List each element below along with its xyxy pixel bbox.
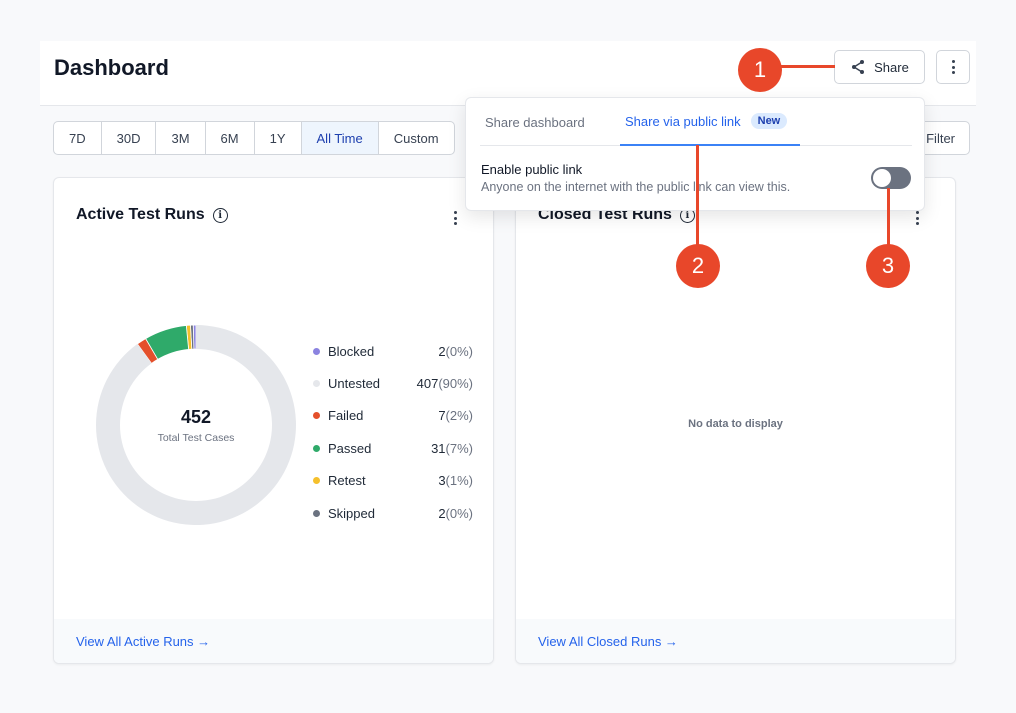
range-1y[interactable]: 1Y <box>255 122 302 154</box>
legend-dot-icon <box>313 444 320 452</box>
legend-label: Failed <box>328 408 364 424</box>
legend-dot-icon <box>313 477 320 485</box>
chart-legend: Blocked 2 (0%) Untested 407 (90%) Failed 7 (2%) P… <box>313 335 473 529</box>
range-6m[interactable]: 6M <box>206 122 255 154</box>
legend-count: 7 <box>438 408 446 424</box>
share-button-label: Share <box>874 59 909 75</box>
share-popover: Share dashboard Share via public link Ne… <box>465 97 925 211</box>
range-all-time[interactable]: All Time <box>301 122 379 154</box>
legend-percent: (0%) <box>445 343 473 359</box>
kebab-menu-icon <box>453 211 457 225</box>
donut-chart: 452 Total Test Cases <box>94 323 298 527</box>
annotation-line-1 <box>780 65 835 68</box>
legend-item-skipped[interactable]: Skipped 2 (0%) <box>313 497 473 529</box>
kebab-menu-icon <box>915 211 919 225</box>
legend-dot-icon <box>313 412 320 420</box>
more-options-button[interactable] <box>936 50 970 84</box>
range-7d[interactable]: 7D <box>54 122 102 154</box>
legend-count: 407 <box>416 376 439 392</box>
annotation-badge-1: 1 <box>738 48 782 92</box>
range-3m[interactable]: 3M <box>156 122 206 154</box>
legend-percent: (90%) <box>438 376 473 392</box>
active-test-runs-card: Active Test Runs i 452 Total Test Cases … <box>53 177 494 664</box>
tab-share-dashboard[interactable]: Share dashboard <box>480 98 620 146</box>
legend-percent: (7%) <box>445 440 473 456</box>
public-link-setting-description: Anyone on the internet with the public l… <box>481 180 791 194</box>
legend-label: Skipped <box>328 505 375 521</box>
legend-label: Untested <box>328 376 381 392</box>
legend-count: 2 <box>438 343 446 359</box>
annotation-badge-2: 2 <box>676 244 720 288</box>
annotation-line-2 <box>696 145 699 250</box>
active-runs-title: Active Test Runs <box>76 206 205 223</box>
donut-label: Total Test Cases <box>157 431 235 444</box>
legend-label: Blocked <box>328 343 375 359</box>
share-button[interactable]: Share <box>834 50 925 84</box>
legend-label: Retest <box>328 473 366 489</box>
toggle-knob <box>873 169 891 187</box>
range-custom[interactable]: Custom <box>379 122 454 154</box>
share-icon <box>852 60 865 74</box>
card-title: Active Test Runs i <box>76 206 228 224</box>
annotation-line-3 <box>887 188 890 250</box>
annotation-badge-3: 3 <box>866 244 910 288</box>
donut-center: 452 Total Test Cases <box>94 323 298 527</box>
info-icon[interactable]: i <box>212 207 228 223</box>
legend-count: 31 <box>431 440 446 456</box>
legend-dot-icon <box>313 347 320 355</box>
date-range-selector: 7D 30D 3M 6M 1Y All Time Custom <box>53 121 455 155</box>
empty-state: No data to display <box>688 418 783 430</box>
legend-count: 2 <box>438 505 446 521</box>
tab-share-public-link[interactable]: Share via public link New <box>620 98 800 146</box>
legend-percent: (0%) <box>445 505 473 521</box>
tab-label: Share via public link <box>625 113 741 129</box>
legend-label: Passed <box>328 440 372 456</box>
legend-percent: (2%) <box>445 408 473 424</box>
public-link-toggle[interactable] <box>871 167 911 189</box>
new-badge: New <box>750 113 788 129</box>
share-tabs: Share dashboard Share via public link Ne… <box>480 98 912 146</box>
public-link-setting-title: Enable public link <box>481 162 583 177</box>
legend-dot-icon <box>313 380 320 388</box>
view-all-closed-runs-link[interactable]: View All Closed Runs → <box>516 619 955 663</box>
legend-item-blocked[interactable]: Blocked 2 (0%) <box>313 335 473 367</box>
legend-item-passed[interactable]: Passed 31 (7%) <box>313 432 473 464</box>
donut-total: 452 <box>180 406 212 427</box>
view-all-active-runs-link[interactable]: View All Active Runs → <box>54 619 493 663</box>
legend-item-failed[interactable]: Failed 7 (2%) <box>313 400 473 432</box>
legend-item-untested[interactable]: Untested 407 (90%) <box>313 367 473 399</box>
range-30d[interactable]: 30D <box>102 122 157 154</box>
legend-count: 3 <box>438 473 446 489</box>
page-title: Dashboard <box>54 55 169 80</box>
kebab-menu-icon <box>951 60 955 74</box>
card-menu-button[interactable] <box>443 206 467 230</box>
legend-item-retest[interactable]: Retest 3 (1%) <box>313 465 473 497</box>
legend-dot-icon <box>313 509 320 517</box>
legend-percent: (1%) <box>445 473 473 489</box>
